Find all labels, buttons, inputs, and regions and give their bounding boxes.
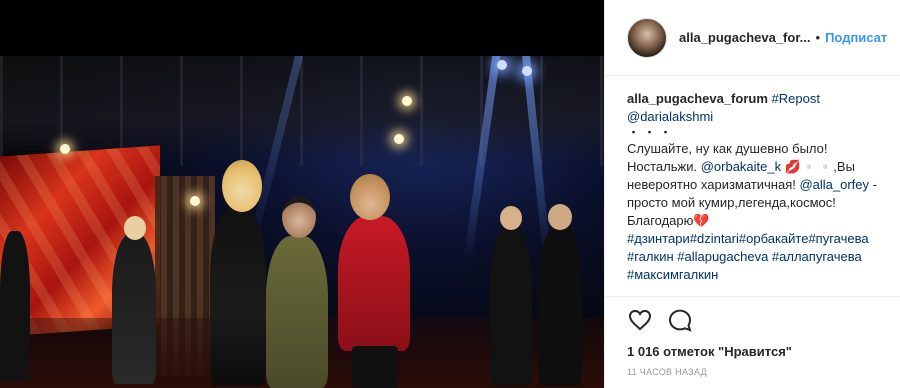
user-avatar[interactable]	[627, 17, 667, 58]
heart-icon[interactable]	[627, 307, 653, 333]
dancer-right-2-head	[548, 204, 572, 230]
dancer-right-1	[490, 226, 532, 386]
performer-red-pants	[352, 346, 398, 388]
action-bar	[605, 296, 900, 342]
caption-line: Благодарю💔	[627, 213, 710, 228]
stage-light	[402, 96, 412, 106]
post-photo[interactable]	[0, 56, 604, 388]
stage-light	[394, 134, 404, 144]
performer-camo-head	[282, 196, 316, 238]
hashtags-line[interactable]: #галкин #allapugacheva #аллапугачева	[627, 248, 878, 266]
caption-text: невероятно харизматичная!	[627, 177, 800, 192]
stage-light	[60, 144, 70, 154]
caption-text: -	[869, 177, 877, 192]
caption-line: просто мой кумир,легенда,космос!	[627, 195, 836, 210]
post-header: alla_pugacheva_for... • Подписат	[605, 0, 900, 76]
stage-light	[497, 60, 507, 70]
caption-dots: ・・・	[627, 125, 676, 140]
post-media[interactable]	[0, 0, 604, 388]
performer-blonde	[210, 206, 266, 386]
hashtags-line[interactable]: #максимгалкин	[627, 266, 878, 284]
caption-text: Ностальжи.	[627, 159, 701, 174]
dancer-far-left	[0, 231, 30, 381]
hashtags-line[interactable]: #дзинтари#dzintari#орбакайте#пугачева	[627, 230, 878, 248]
stage-light	[190, 196, 200, 206]
performer-camo-jacket	[266, 236, 328, 388]
caption-text: 💋▫️▫️,Вы	[781, 159, 855, 174]
caption-username[interactable]: alla_pugacheva_forum	[627, 91, 768, 106]
dancer-right-2	[538, 226, 582, 386]
mention-orbakaite[interactable]: @orbakaite_k	[701, 159, 781, 174]
hashtag-repost[interactable]: #Repost	[772, 91, 820, 106]
mention-alla-orfey[interactable]: @alla_orfey	[799, 177, 869, 192]
likes-count[interactable]: 1 016 отметок "Нравится"	[627, 344, 792, 359]
post-timestamp[interactable]: 11 ЧАСОВ НАЗАД	[627, 367, 707, 377]
header-separator: •	[815, 30, 821, 45]
dancer-right-1-head	[500, 206, 522, 230]
post-side-panel: alla_pugacheva_for... • Подписат alla_pu…	[604, 0, 900, 388]
performer-blonde-head	[222, 160, 262, 212]
header-username[interactable]: alla_pugacheva_for...	[679, 30, 811, 45]
dancer-left-head	[124, 216, 146, 240]
mention-darialakshmi[interactable]: @darialakshmi	[627, 109, 713, 124]
caption-line: Слушайте, ну как душевно было!	[627, 141, 828, 156]
post-caption: alla_pugacheva_forum #Repost @darialaksh…	[605, 76, 900, 284]
follow-button[interactable]: Подписат	[825, 30, 887, 45]
dancer-left	[112, 234, 156, 384]
stage-light	[522, 66, 532, 76]
performer-red-sweater	[338, 216, 410, 351]
performer-red-head	[350, 174, 390, 220]
comment-icon[interactable]	[667, 307, 693, 333]
